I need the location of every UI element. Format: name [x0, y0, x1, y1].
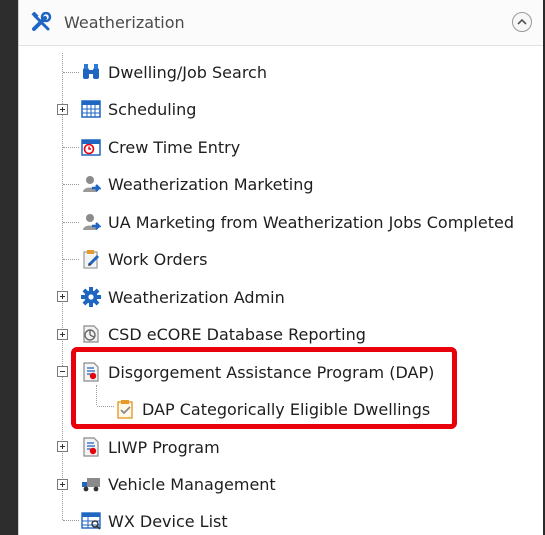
tree-item-label: Weatherization Marketing — [108, 175, 314, 194]
chevron-up-icon — [517, 18, 527, 25]
navigation-panel: Weatherization Dwelling/Job Search Sched… — [18, 0, 543, 535]
clock-calendar-icon — [81, 137, 101, 157]
highlight-box — [71, 347, 457, 429]
calendar-grid-icon — [81, 99, 101, 119]
tree-connector — [63, 72, 79, 73]
tree-connector — [63, 222, 79, 223]
expand-toggle-scheduling[interactable] — [57, 104, 68, 115]
gear-icon — [81, 287, 101, 307]
expand-toggle-csd-ecore[interactable] — [57, 329, 68, 340]
expand-toggle-liwp[interactable] — [57, 441, 68, 452]
background-strip — [0, 0, 18, 535]
nav-tree: Dwelling/Job Search Scheduling Crew Time… — [19, 45, 543, 535]
tree-connector — [63, 520, 79, 521]
collapse-button[interactable] — [512, 12, 532, 32]
tree-item-label: Weatherization Admin — [108, 288, 285, 307]
tree-item-label: Dwelling/Job Search — [108, 63, 267, 82]
tree-item-label: Vehicle Management — [108, 475, 276, 494]
document-icon — [81, 437, 101, 457]
user-marketing-icon — [81, 212, 102, 232]
panel-title: Weatherization — [64, 13, 185, 32]
collapse-toggle-dap[interactable] — [57, 366, 68, 377]
tree-item-label: UA Marketing from Weatherization Jobs Co… — [108, 213, 514, 232]
tree-item-label: WX Device List — [108, 512, 228, 531]
tools-icon — [31, 11, 53, 32]
truck-icon — [81, 474, 101, 494]
device-list-icon — [81, 511, 101, 531]
binoculars-icon — [81, 62, 101, 82]
tree-item-label: Crew Time Entry — [108, 138, 241, 157]
panel-header[interactable]: Weatherization — [19, 0, 543, 46]
tree-connector — [63, 184, 79, 185]
tree-item-label: Work Orders — [108, 250, 208, 269]
tree-connector — [63, 259, 79, 260]
user-marketing-icon — [81, 174, 102, 194]
report-icon — [81, 324, 101, 344]
clipboard-pencil-icon — [81, 249, 101, 269]
tree-connector — [63, 147, 79, 148]
tree-item-label: LIWP Program — [108, 438, 220, 457]
tree-item-label: Scheduling — [108, 100, 197, 119]
expand-toggle-weatherization-admin[interactable] — [57, 291, 68, 302]
expand-toggle-vehicle-management[interactable] — [57, 479, 68, 490]
tree-item-label: CSD eCORE Database Reporting — [108, 325, 366, 344]
